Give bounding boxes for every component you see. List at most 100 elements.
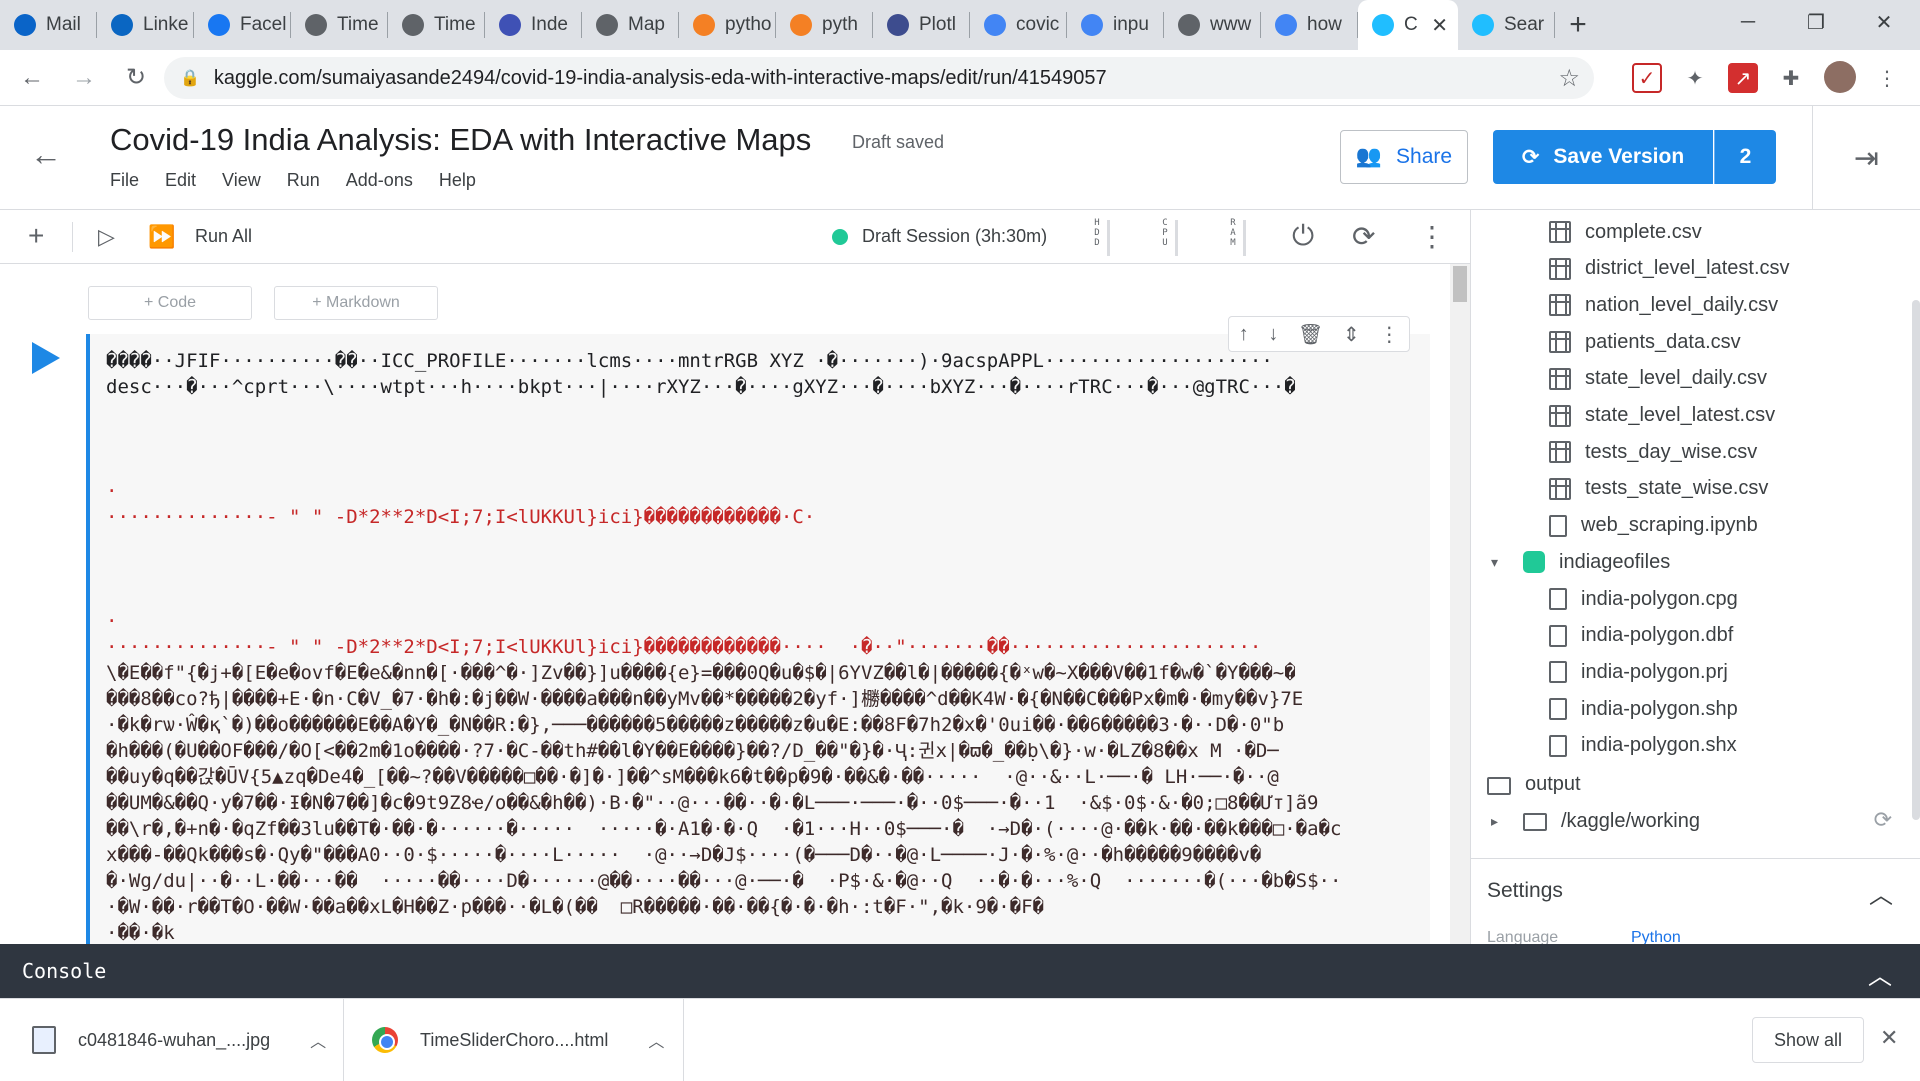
add-markdown-button[interactable]: + Markdown — [274, 286, 438, 320]
power-icon[interactable]: ⏻ — [1292, 220, 1314, 253]
caret-down-icon[interactable]: ▾ — [1491, 554, 1509, 571]
file-item[interactable]: state_level_latest.csv — [1549, 398, 1775, 434]
refresh-icon[interactable]: ⟳ — [1874, 807, 1892, 833]
ram-meter[interactable]: RAM — [1218, 218, 1248, 258]
collapse-panel-icon[interactable]: ⇥ — [1812, 106, 1920, 210]
file-item[interactable]: india-polygon.shp — [1549, 691, 1738, 727]
chevron-up-icon[interactable]: ︿ — [1868, 956, 1892, 991]
menu-item-file[interactable]: File — [110, 170, 139, 191]
browser-tab[interactable]: Mail — [0, 0, 97, 50]
dataset-folder[interactable]: ▾ indiageofiles — [1491, 544, 1670, 580]
tab-close-icon[interactable]: ✕ — [1431, 13, 1448, 38]
side-panel-scrollbar[interactable] — [1912, 300, 1920, 820]
browser-tab[interactable]: Map — [582, 0, 679, 50]
settings-label[interactable]: Settings — [1487, 879, 1563, 903]
url-text[interactable]: kaggle.com/sumaiyasande2494/covid-19-ind… — [214, 67, 1107, 90]
browser-tab[interactable]: Linke — [97, 0, 194, 50]
browser-tab[interactable]: inpu — [1067, 0, 1164, 50]
version-count-button[interactable]: 2 — [1714, 130, 1776, 184]
browser-tab[interactable]: www — [1164, 0, 1261, 50]
pdf-extension-icon[interactable]: ↗ — [1728, 63, 1758, 93]
add-cell-icon[interactable]: + — [28, 220, 44, 252]
cell-output[interactable]: ����··JFIF··········��··ICC_PROFILE·····… — [106, 348, 1426, 944]
notebook-scrollbar[interactable] — [1450, 264, 1470, 944]
move-down-icon[interactable]: ↓ — [1268, 323, 1278, 346]
window-close-button[interactable]: ✕ — [1852, 0, 1916, 44]
file-item[interactable]: state_level_daily.csv — [1549, 361, 1767, 397]
save-version-button[interactable]: ⟳ Save Version — [1493, 130, 1713, 184]
browser-tab[interactable]: Plotl — [873, 0, 970, 50]
translate-extension-icon[interactable]: ✦ — [1680, 63, 1710, 93]
extensions-puzzle-icon[interactable]: ✚ — [1776, 63, 1806, 93]
caret-right-icon[interactable]: ▸ — [1491, 813, 1509, 830]
profile-avatar[interactable] — [1824, 61, 1856, 93]
scrollbar-thumb[interactable] — [1453, 266, 1467, 302]
browser-tab[interactable]: Time — [388, 0, 485, 50]
browser-tab[interactable]: Time — [291, 0, 388, 50]
download-item[interactable]: TimeSliderChoro....html ︿ — [344, 999, 684, 1081]
menu-item-edit[interactable]: Edit — [165, 170, 196, 191]
notebook-title[interactable]: Covid-19 India Analysis: EDA with Intera… — [110, 122, 811, 158]
hdd-meter[interactable]: HDD — [1082, 218, 1112, 258]
menu-item-add-ons[interactable]: Add-ons — [346, 170, 413, 191]
browser-tab[interactable]: pytho — [679, 0, 776, 50]
draft-session-status[interactable]: Draft Session (3h:30m) — [832, 226, 1047, 247]
file-item[interactable]: tests_state_wise.csv — [1549, 471, 1768, 507]
file-item[interactable]: nation_level_daily.csv — [1549, 287, 1778, 323]
share-button[interactable]: 👥 Share — [1340, 130, 1468, 184]
browser-tab-active[interactable]: C ✕ — [1358, 0, 1458, 50]
menu-item-view[interactable]: View — [222, 170, 261, 191]
add-code-button[interactable]: + Code — [88, 286, 252, 320]
browser-menu-icon[interactable]: ⋮ — [1872, 63, 1902, 93]
menu-item-help[interactable]: Help — [439, 170, 476, 191]
language-select[interactable]: Python — [1631, 929, 1681, 944]
console-bar[interactable]: Console ︿ — [0, 944, 1920, 998]
run-cell-icon[interactable]: ▷ — [98, 224, 115, 250]
download-item[interactable]: c0481846-wuhan_....jpg ︿ — [0, 999, 344, 1081]
file-item[interactable]: india-polygon.dbf — [1549, 618, 1733, 654]
address-bar[interactable]: 🔒 kaggle.com/sumaiyasande2494/covid-19-i… — [164, 57, 1594, 99]
menu-item-run[interactable]: Run — [287, 170, 320, 191]
forward-icon[interactable]: → — [64, 58, 104, 98]
file-item[interactable]: web_scraping.ipynb — [1549, 508, 1758, 544]
browser-tab[interactable]: Inde — [485, 0, 582, 50]
file-item[interactable]: tests_day_wise.csv — [1549, 434, 1757, 470]
show-all-button[interactable]: Show all — [1752, 1017, 1864, 1063]
browser-tab[interactable]: covic — [970, 0, 1067, 50]
new-tab-button[interactable]: + — [1555, 0, 1601, 50]
file-item[interactable]: district_level_latest.csv — [1549, 251, 1790, 287]
cell-more-icon[interactable]: ⋮ — [1379, 322, 1399, 347]
file-item[interactable]: complete.csv — [1549, 214, 1702, 250]
chevron-up-icon[interactable]: ︿ — [1869, 875, 1893, 910]
working-folder[interactable]: ▸ /kaggle/working — [1491, 803, 1700, 839]
run-all-button[interactable]: Run All — [195, 226, 252, 247]
back-arrow-icon[interactable]: ← — [30, 136, 62, 173]
cpu-meter[interactable]: CPU — [1150, 218, 1180, 258]
move-up-icon[interactable]: ↑ — [1239, 323, 1249, 346]
bookmark-star-icon[interactable]: ☆ — [1558, 64, 1580, 93]
browser-tab[interactable]: Facel — [194, 0, 291, 50]
file-item[interactable]: india-polygon.prj — [1549, 654, 1728, 690]
collapse-icon[interactable]: ⇕ — [1343, 322, 1360, 347]
folder-icon — [1487, 776, 1511, 795]
output-folder[interactable]: output — [1487, 767, 1581, 803]
minimize-button[interactable]: ─ — [1716, 0, 1780, 44]
chevron-up-icon[interactable]: ︿ — [310, 1028, 326, 1052]
browser-tab[interactable]: how — [1261, 0, 1358, 50]
close-download-bar-icon[interactable]: ✕ — [1880, 1025, 1898, 1051]
pocket-extension-icon[interactable]: ✓ — [1632, 63, 1662, 93]
more-options-icon[interactable]: ⋮ — [1418, 220, 1446, 253]
reload-icon[interactable]: ↻ — [116, 58, 156, 98]
back-icon[interactable]: ← — [12, 58, 52, 98]
maximize-button[interactable]: ❐ — [1784, 0, 1848, 44]
run-cell-play-icon[interactable] — [32, 342, 60, 374]
restart-icon[interactable]: ⟳ — [1352, 220, 1375, 253]
file-item[interactable]: india-polygon.shx — [1549, 728, 1737, 764]
file-item[interactable]: patients_data.csv — [1549, 324, 1741, 360]
delete-icon[interactable]: 🗑 — [1298, 322, 1323, 347]
browser-tab[interactable]: Sear — [1458, 0, 1555, 50]
run-all-icon[interactable]: ⏩ — [148, 224, 175, 250]
file-item[interactable]: india-polygon.cpg — [1549, 581, 1738, 617]
browser-tab[interactable]: pyth — [776, 0, 873, 50]
chevron-up-icon[interactable]: ︿ — [648, 1028, 664, 1052]
